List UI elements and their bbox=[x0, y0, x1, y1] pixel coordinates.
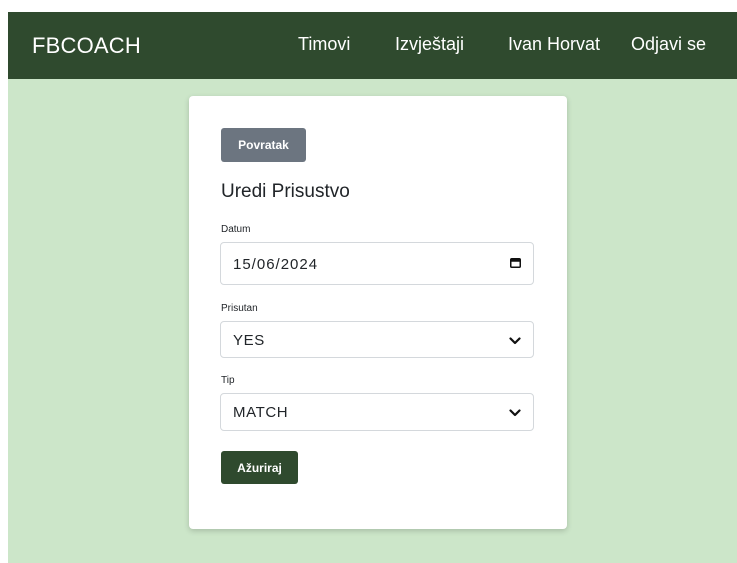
type-selected-value: MATCH bbox=[233, 404, 289, 421]
nav-link-user-profile[interactable]: Ivan Horvat bbox=[508, 34, 600, 55]
nav-link-logout[interactable]: Odjavi se bbox=[631, 34, 706, 55]
app-viewport: FBCOACH Timovi Izvještaji Ivan Horvat Od… bbox=[8, 12, 737, 563]
present-selected-value: YES bbox=[233, 332, 265, 349]
nav-link-teams[interactable]: Timovi bbox=[298, 34, 350, 55]
chevron-down-icon bbox=[509, 337, 521, 345]
update-button[interactable]: Ažuriraj bbox=[221, 451, 298, 484]
date-label: Datum bbox=[221, 224, 251, 235]
nav-link-reports[interactable]: Izvještaji bbox=[395, 34, 464, 55]
calendar-icon[interactable] bbox=[510, 258, 521, 268]
present-label: Prisutan bbox=[221, 303, 258, 314]
present-select[interactable]: YES bbox=[220, 321, 534, 358]
brand-logo[interactable]: FBCOACH bbox=[32, 33, 141, 59]
type-select[interactable]: MATCH bbox=[220, 393, 534, 431]
type-label: Tip bbox=[221, 375, 235, 386]
back-button[interactable]: Povratak bbox=[221, 128, 306, 162]
date-value: 15/06/2024 bbox=[233, 256, 319, 273]
top-navbar: FBCOACH Timovi Izvještaji Ivan Horvat Od… bbox=[8, 12, 737, 79]
form-title: Uredi Prisustvo bbox=[221, 181, 350, 202]
chevron-down-icon bbox=[509, 409, 521, 417]
date-input[interactable]: 15/06/2024 bbox=[220, 242, 534, 285]
edit-attendance-card: Povratak Uredi Prisustvo Datum 15/06/202… bbox=[189, 96, 567, 529]
